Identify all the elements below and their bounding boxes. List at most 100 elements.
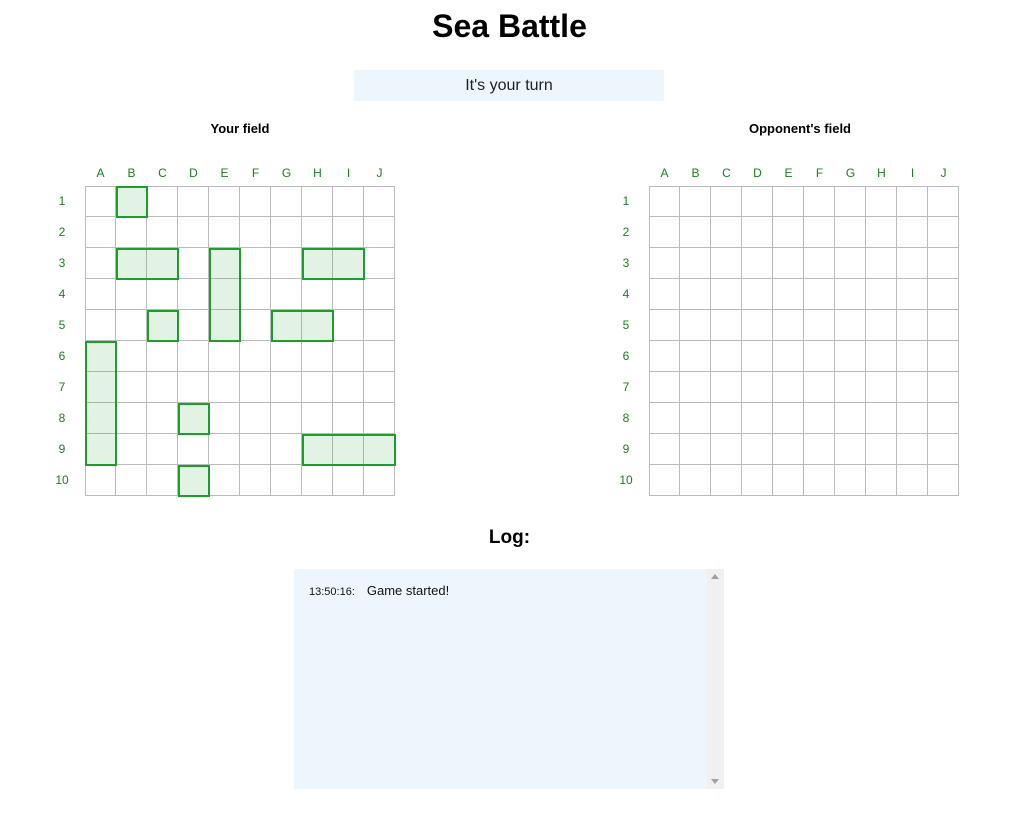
opponent-field-cell[interactable]: [742, 403, 773, 434]
opponent-field-cell[interactable]: [835, 403, 866, 434]
opponent-field-cell[interactable]: [866, 465, 897, 496]
opponent-field-cell[interactable]: [928, 217, 959, 248]
opponent-field-cell[interactable]: [649, 341, 680, 372]
opponent-field-cell[interactable]: [897, 248, 928, 279]
opponent-field-cell[interactable]: [835, 279, 866, 310]
opponent-field-cell[interactable]: [897, 186, 928, 217]
opponent-field-cell[interactable]: [680, 465, 711, 496]
opponent-field-cell[interactable]: [804, 186, 835, 217]
opponent-field-cell[interactable]: [649, 248, 680, 279]
opponent-field-cell[interactable]: [680, 279, 711, 310]
opponent-field-cell[interactable]: [928, 310, 959, 341]
opponent-field-cell[interactable]: [649, 310, 680, 341]
opponent-field-cell[interactable]: [835, 434, 866, 465]
log-panel[interactable]: 13:50:16: Game started!: [294, 569, 724, 789]
opponent-field-cell[interactable]: [804, 248, 835, 279]
opponent-field-cell[interactable]: [928, 279, 959, 310]
opponent-field-cell[interactable]: [711, 341, 742, 372]
opponent-field-cell[interactable]: [835, 341, 866, 372]
opponent-field-cell[interactable]: [928, 341, 959, 372]
opponent-field-cell[interactable]: [649, 217, 680, 248]
opponent-field-cell[interactable]: [866, 372, 897, 403]
opponent-field-cell[interactable]: [835, 310, 866, 341]
opponent-field-cell[interactable]: [835, 217, 866, 248]
opponent-field-cell[interactable]: [680, 372, 711, 403]
opponent-field-cell[interactable]: [835, 186, 866, 217]
opponent-field-cell[interactable]: [928, 248, 959, 279]
opponent-field-cell[interactable]: [804, 310, 835, 341]
opponent-field-cell[interactable]: [773, 217, 804, 248]
opponent-field-cell[interactable]: [773, 341, 804, 372]
opponent-field-cell[interactable]: [928, 186, 959, 217]
opponent-field-cell[interactable]: [773, 186, 804, 217]
opponent-field-cell[interactable]: [866, 279, 897, 310]
opponent-field-cell[interactable]: [804, 217, 835, 248]
opponent-field-cell[interactable]: [680, 310, 711, 341]
opponent-field-cell[interactable]: [649, 465, 680, 496]
opponent-field-cell[interactable]: [742, 248, 773, 279]
opponent-field-cell[interactable]: [649, 372, 680, 403]
opponent-field-cell[interactable]: [897, 341, 928, 372]
opponent-field-cell[interactable]: [773, 279, 804, 310]
opponent-field-cell[interactable]: [742, 465, 773, 496]
opponent-field-cell[interactable]: [773, 465, 804, 496]
log-scrollbar[interactable]: [707, 569, 724, 789]
opponent-field-cell[interactable]: [928, 434, 959, 465]
opponent-field-cell[interactable]: [866, 186, 897, 217]
opponent-field-cell[interactable]: [649, 186, 680, 217]
opponent-field-cell[interactable]: [742, 372, 773, 403]
opponent-field-cell[interactable]: [897, 310, 928, 341]
opponent-field-cell[interactable]: [866, 217, 897, 248]
opponent-field-cell[interactable]: [804, 465, 835, 496]
opponent-field-cell[interactable]: [680, 217, 711, 248]
opponent-field-cell[interactable]: [804, 341, 835, 372]
opponent-field-cell[interactable]: [742, 310, 773, 341]
opponent-field-cell[interactable]: [711, 248, 742, 279]
opponent-field-cell[interactable]: [773, 372, 804, 403]
opponent-field-cell[interactable]: [649, 434, 680, 465]
opponent-field-cell[interactable]: [742, 434, 773, 465]
opponent-field-cell[interactable]: [897, 434, 928, 465]
opponent-field-cell[interactable]: [928, 465, 959, 496]
opponent-field-cell[interactable]: [897, 217, 928, 248]
opponent-field-cell[interactable]: [897, 403, 928, 434]
opponent-field-cell[interactable]: [804, 434, 835, 465]
opponent-field-cell[interactable]: [742, 341, 773, 372]
opponent-field-cell[interactable]: [680, 434, 711, 465]
opponent-field-cell[interactable]: [804, 279, 835, 310]
opponent-field-cell[interactable]: [649, 403, 680, 434]
opponent-field-cell[interactable]: [866, 248, 897, 279]
opponent-field-cell[interactable]: [711, 186, 742, 217]
opponent-field-cell[interactable]: [742, 186, 773, 217]
opponent-field-cell[interactable]: [773, 310, 804, 341]
opponent-field-cell[interactable]: [773, 434, 804, 465]
opponent-field-cell[interactable]: [835, 248, 866, 279]
opponent-field-cell[interactable]: [928, 403, 959, 434]
opponent-field-cell[interactable]: [711, 465, 742, 496]
opponent-field-cell[interactable]: [897, 279, 928, 310]
opponent-field-cell[interactable]: [866, 403, 897, 434]
scroll-up-arrow-icon[interactable]: [711, 574, 719, 579]
opponent-field-cell[interactable]: [928, 372, 959, 403]
opponent-field-cell[interactable]: [680, 186, 711, 217]
scroll-down-arrow-icon[interactable]: [711, 779, 719, 784]
opponent-field-cell[interactable]: [866, 310, 897, 341]
opponent-field-cell[interactable]: [742, 217, 773, 248]
opponent-field-cell[interactable]: [711, 217, 742, 248]
opponent-field-cell[interactable]: [711, 279, 742, 310]
opponent-field-cell[interactable]: [742, 279, 773, 310]
opponent-field-cell[interactable]: [680, 248, 711, 279]
opponent-field-cell[interactable]: [773, 248, 804, 279]
opponent-field-cell[interactable]: [773, 403, 804, 434]
opponent-field-cell[interactable]: [866, 434, 897, 465]
opponent-field-cell[interactable]: [804, 403, 835, 434]
opponent-field-cell[interactable]: [804, 372, 835, 403]
opponent-field-cell[interactable]: [897, 372, 928, 403]
opponent-field-cell[interactable]: [680, 403, 711, 434]
opponent-field-cell[interactable]: [711, 310, 742, 341]
opponent-field-cell[interactable]: [866, 341, 897, 372]
opponent-field-cell[interactable]: [835, 465, 866, 496]
opponent-field-cell[interactable]: [835, 372, 866, 403]
opponent-field-cell[interactable]: [649, 279, 680, 310]
opponent-field-cell[interactable]: [680, 341, 711, 372]
